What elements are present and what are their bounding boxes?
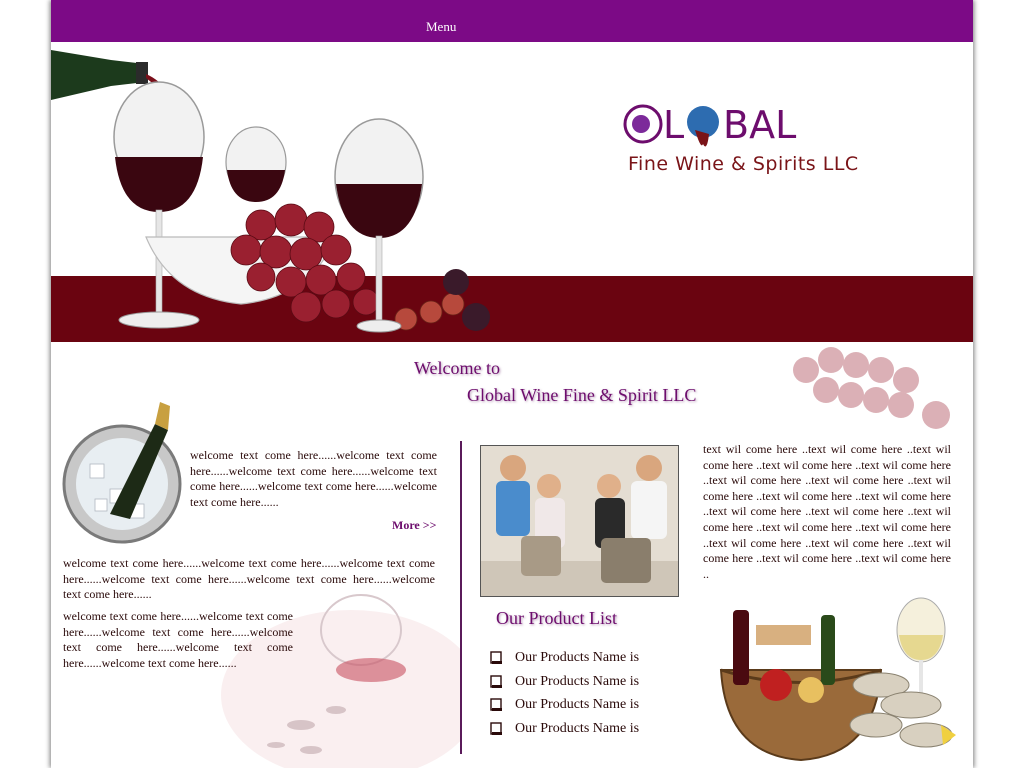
- product-list-title: Our Product List: [496, 608, 617, 628]
- svg-text:L: L: [663, 103, 684, 147]
- product-item-label: Our Products Name is: [515, 673, 640, 689]
- header-banner: L BAL Fine Wine & Spirits LLC: [51, 42, 973, 342]
- column-divider: [460, 441, 462, 754]
- svg-text:BAL: BAL: [723, 103, 796, 147]
- checkbox-bullet-icon: [490, 721, 502, 735]
- checkbox-bullet-icon: [490, 674, 502, 688]
- grapes-decoration-image: [793, 347, 950, 429]
- logo-subtitle: Fine Wine & Spirits LLC: [628, 153, 859, 175]
- intro-paragraph-1: welcome text come here......welcome text…: [190, 448, 437, 509]
- product-item-label: Our Products Name is: [515, 697, 640, 712]
- welcome-heading-line1: Welcome to: [414, 358, 501, 378]
- product-item-2[interactable]: Our Products Name is: [489, 672, 749, 696]
- intro-paragraph-3: welcome text come here......welcome text…: [63, 609, 293, 670]
- more-link[interactable]: More >>: [392, 518, 436, 533]
- wine-gift-basket-image: [719, 597, 956, 762]
- top-menu-bar: Menu: [51, 0, 973, 42]
- menu-link[interactable]: Menu: [426, 19, 456, 35]
- champagne-ice-bucket-image: [62, 402, 182, 544]
- people-toasting-photo: [480, 445, 679, 597]
- product-item-4[interactable]: Our Products Name is: [489, 719, 749, 743]
- page-container: Menu L BAL Fine Wine & Spirits LLC Welco…: [51, 0, 973, 768]
- right-column-text: text wil come here ..text wil come here …: [703, 442, 951, 581]
- welcome-heading-line2: Global Wine Fine & Spirit LLC: [467, 385, 697, 405]
- product-item-1[interactable]: Our Products Name is: [489, 648, 749, 672]
- product-list: Our Products Name is Our Products Name i…: [489, 648, 749, 742]
- product-item-label: Our Products Name is: [515, 720, 640, 736]
- product-item-3[interactable]: Our Products Name is: [489, 695, 749, 719]
- checkbox-bullet-icon: [490, 698, 502, 711]
- product-item-label: Our Products Name is: [515, 650, 640, 665]
- wine-glasses-grapes-image: [51, 50, 490, 333]
- checkbox-bullet-icon: [490, 651, 502, 664]
